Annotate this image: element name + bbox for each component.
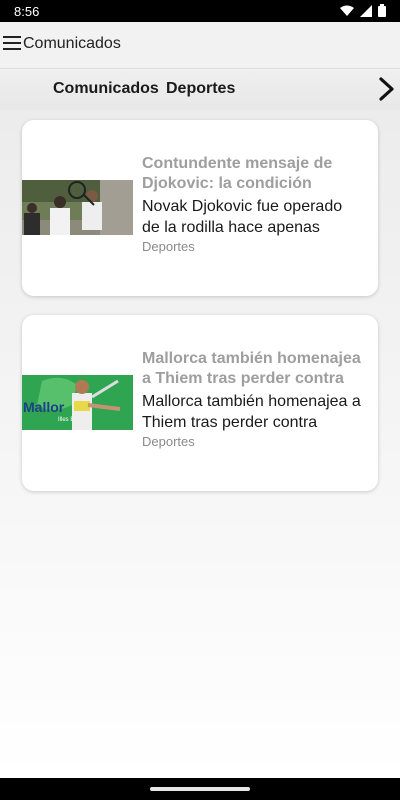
article-card[interactable]: Contundente mensaje de Djokovic: la cond… (22, 120, 378, 296)
status-bar: 8:56 (0, 0, 400, 22)
thumbnail-logo-text: Mallor (23, 399, 65, 415)
article-title: Contundente mensaje de Djokovic: la cond… (142, 155, 333, 192)
article-card[interactable]: Mallor Illes Balears Mallorca también ho… (22, 315, 378, 491)
system-navigation-bar (0, 778, 400, 800)
article-category: Deportes (142, 434, 195, 449)
status-icons (340, 4, 386, 17)
article-thumbnail: Mallor Illes Balears (22, 375, 133, 430)
app-title: Comunicados (23, 35, 121, 52)
article-thumbnail (22, 180, 133, 235)
app-bar: Comunicados (0, 22, 400, 69)
article-description: Mallorca también homenajea a Thiem tras … (142, 393, 361, 431)
home-gesture-handle[interactable] (150, 787, 250, 791)
tab-comunicados[interactable]: Comunicados (53, 80, 159, 98)
battery-icon (378, 4, 386, 17)
article-category: Deportes (142, 239, 195, 254)
status-time: 8:56 (14, 4, 40, 19)
tab-deportes[interactable]: Deportes (166, 80, 235, 98)
wifi-icon (340, 5, 354, 16)
hamburger-menu-icon[interactable] (3, 36, 21, 52)
article-title: Mallorca también homenajea a Thiem tras … (142, 350, 361, 387)
chevron-right-icon[interactable] (378, 76, 396, 102)
article-description: Novak Djokovic fue operado de la rodilla… (142, 198, 343, 236)
category-tab-bar: Comunicados Deportes (0, 70, 400, 110)
article-list: Contundente mensaje de Djokovic: la cond… (0, 110, 400, 778)
signal-icon (360, 4, 372, 17)
